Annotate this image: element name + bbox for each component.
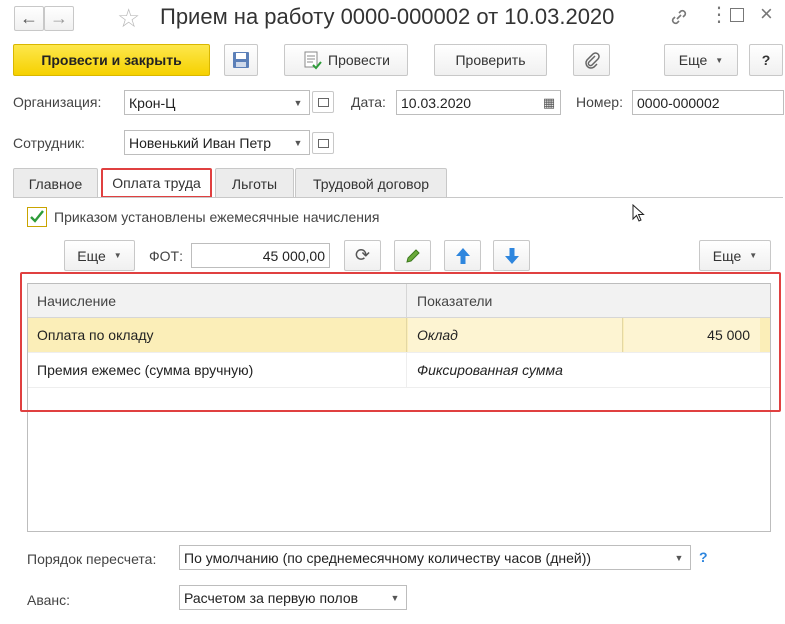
more-actions-button[interactable]: Еще ▼ <box>664 44 738 76</box>
date-value: 10.03.2020 <box>401 94 472 111</box>
more-actions-label: Еще <box>678 52 708 68</box>
mouse-cursor-icon <box>632 203 646 227</box>
employee-open-button[interactable] <box>312 132 334 154</box>
advance-value: Расчетом за первую полов <box>184 589 359 606</box>
check-label: Проверить <box>455 52 526 68</box>
fot-label: ФОТ: <box>149 248 183 264</box>
chevron-down-icon[interactable]: ▼ <box>668 546 690 569</box>
post-label: Провести <box>328 52 390 68</box>
post-document-icon <box>304 51 322 70</box>
recalc-help-link[interactable]: ? <box>699 549 708 565</box>
edit-button[interactable] <box>394 240 431 271</box>
number-field[interactable]: 0000-000002 <box>632 90 784 115</box>
grid-more-right-label: Еще <box>712 247 742 264</box>
paperclip-icon <box>584 52 600 69</box>
org-field[interactable]: Крон-Ц ▼ <box>124 90 310 115</box>
chevron-down-icon: ▼ <box>715 55 724 65</box>
arrow-left-icon: ← <box>20 8 38 28</box>
close-icon[interactable]: × <box>760 1 773 27</box>
chevron-down-icon: ▼ <box>113 251 122 260</box>
move-down-button[interactable] <box>493 240 530 271</box>
recalc-field[interactable]: По умолчанию (по среднемесячному количес… <box>179 545 691 570</box>
chevron-down-icon: ▼ <box>749 251 758 260</box>
attach-button[interactable] <box>573 44 610 76</box>
checkmark-icon <box>30 210 44 223</box>
tab-pay-label: Оплата труда <box>112 175 201 191</box>
highlight-frame <box>20 272 781 412</box>
tab-main-label: Главное <box>28 175 83 192</box>
grid-more-button[interactable]: Еще ▼ <box>64 240 135 271</box>
tab-main[interactable]: Главное <box>13 168 98 198</box>
advance-field[interactable]: Расчетом за первую полов ▼ <box>179 585 407 610</box>
forward-button[interactable]: → <box>44 6 74 31</box>
employee-label: Сотрудник: <box>13 135 85 151</box>
grid-more-right-button[interactable]: Еще ▼ <box>699 240 771 271</box>
monthly-accruals-checkbox[interactable] <box>27 207 47 227</box>
tab-pay[interactable]: Оплата труда <box>101 168 212 198</box>
pencil-icon <box>405 248 420 263</box>
recalc-value: По умолчанию (по среднемесячному количес… <box>184 549 592 566</box>
check-button[interactable]: Проверить <box>434 44 547 76</box>
date-label: Дата: <box>351 94 386 110</box>
refresh-button[interactable]: ⟳ <box>344 240 381 271</box>
post-and-close-label: Провести и закрыть <box>41 52 182 68</box>
back-button[interactable]: ← <box>14 6 44 31</box>
maximize-icon[interactable] <box>730 8 744 22</box>
help-label: ? <box>761 52 771 68</box>
number-value: 0000-000002 <box>637 94 720 111</box>
fot-value: 45 000,00 <box>262 247 325 264</box>
favorite-star-icon[interactable]: ☆ <box>117 3 140 33</box>
arrow-down-icon <box>504 247 519 264</box>
arrow-right-icon: → <box>50 8 68 28</box>
tab-benefits[interactable]: Льготы <box>215 168 294 198</box>
menu-dots-icon[interactable]: ⋮ <box>709 2 729 27</box>
date-field[interactable]: 10.03.2020 ▦ <box>396 90 561 115</box>
chevron-down-icon[interactable]: ▼ <box>384 586 406 609</box>
open-window-icon <box>317 97 329 107</box>
save-icon <box>233 52 249 68</box>
org-value: Крон-Ц <box>129 94 176 111</box>
recalc-label: Порядок пересчета: <box>27 551 157 567</box>
org-open-button[interactable] <box>312 91 334 113</box>
fot-field[interactable]: 45 000,00 <box>191 243 330 268</box>
number-label: Номер: <box>576 94 623 110</box>
open-window-icon <box>317 138 329 148</box>
grid-more-label: Еще <box>77 247 106 264</box>
move-up-button[interactable] <box>444 240 481 271</box>
tab-benefits-label: Льготы <box>231 175 278 192</box>
calendar-icon[interactable]: ▦ <box>538 91 560 114</box>
employee-value: Новенький Иван Петр <box>129 134 271 151</box>
monthly-accruals-label: Приказом установлены ежемесячные начисле… <box>54 209 380 225</box>
window-title: Прием на работу 0000-000002 от 10.03.202… <box>160 4 615 29</box>
advance-label: Аванс: <box>27 592 71 608</box>
post-and-close-button[interactable]: Провести и закрыть <box>13 44 210 76</box>
refresh-icon: ⟳ <box>354 245 371 265</box>
org-label: Организация: <box>13 94 102 110</box>
chevron-down-icon[interactable]: ▼ <box>287 131 309 154</box>
employee-field[interactable]: Новенький Иван Петр ▼ <box>124 130 310 155</box>
tab-labor-contract[interactable]: Трудовой договор <box>295 168 447 198</box>
post-button[interactable]: Провести <box>284 44 408 76</box>
help-button[interactable]: ? <box>749 44 783 76</box>
arrow-up-icon <box>455 247 470 264</box>
tab-labor-contract-label: Трудовой договор <box>312 175 430 192</box>
chevron-down-icon[interactable]: ▼ <box>287 91 309 114</box>
link-icon[interactable] <box>668 6 690 28</box>
save-button[interactable] <box>224 44 258 76</box>
tabs-divider <box>13 197 783 198</box>
